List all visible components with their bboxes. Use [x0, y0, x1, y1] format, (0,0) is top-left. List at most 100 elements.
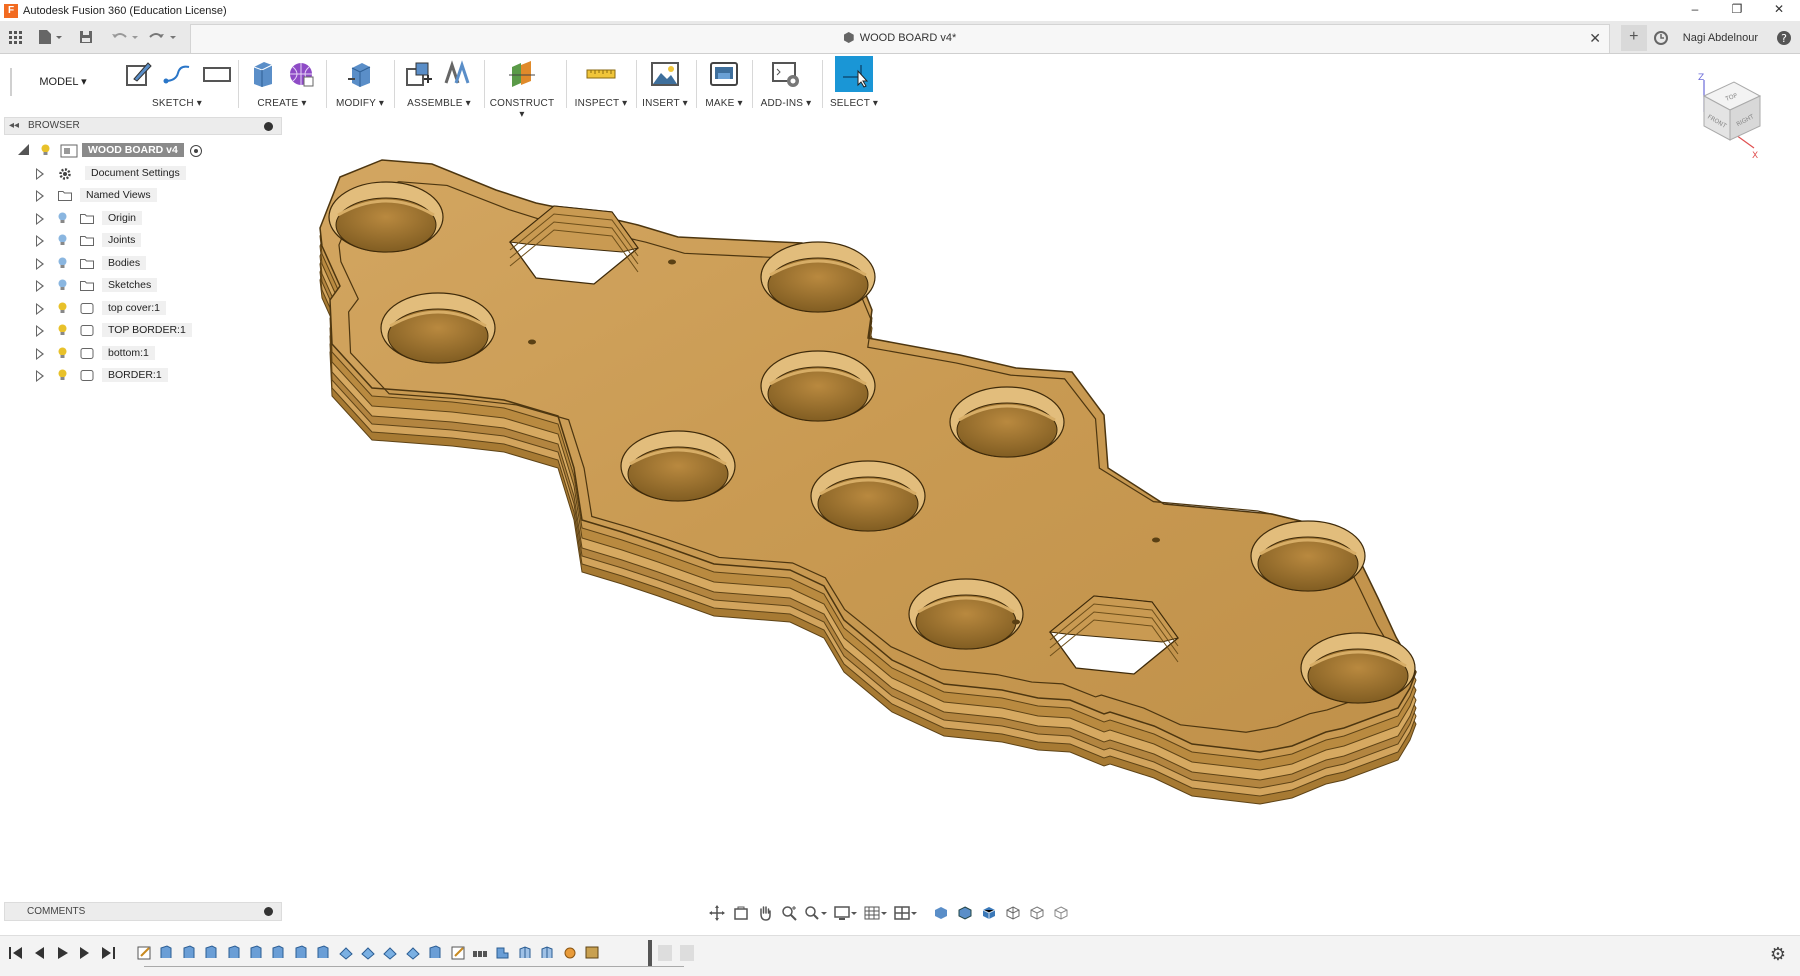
browser-node[interactable]: Joints	[0, 231, 290, 251]
extrude-icon[interactable]	[248, 59, 278, 89]
skip-end-icon[interactable]	[100, 945, 116, 961]
orbit-icon[interactable]	[706, 903, 728, 923]
timeline-feature-icon[interactable]	[203, 944, 219, 962]
new-tab-button[interactable]: +	[1620, 24, 1647, 51]
zoom-icon[interactable]	[778, 903, 800, 923]
visibility-bulb-icon[interactable]	[58, 347, 67, 359]
select-menu[interactable]: SELECT ▾	[824, 98, 884, 109]
timeline-marker[interactable]	[648, 940, 652, 966]
close-window-button[interactable]: ✕	[1758, 0, 1800, 21]
step-back-icon[interactable]	[31, 945, 47, 961]
timeline-settings-gear-icon[interactable]: ⚙	[1770, 944, 1786, 965]
offset-plane-icon[interactable]	[507, 59, 537, 89]
form-icon[interactable]	[286, 59, 316, 89]
browser-node[interactable]: bottom:1	[0, 344, 290, 364]
visible-edges-icon[interactable]	[1050, 903, 1072, 923]
redo-icon[interactable]	[148, 28, 178, 46]
display-settings-icon[interactable]	[832, 903, 860, 923]
shaded-edges-icon[interactable]	[954, 903, 976, 923]
timeline-feature-icon[interactable]	[517, 944, 533, 962]
file-menu-icon[interactable]	[36, 28, 64, 46]
pan-hand-icon[interactable]	[754, 903, 776, 923]
data-panel-grid-icon[interactable]	[8, 28, 24, 46]
create-sketch-icon[interactable]	[124, 59, 154, 89]
viewcube[interactable]: TOP FRONT RIGHT Z X	[1690, 68, 1772, 160]
timeline-feature-icon[interactable]	[158, 944, 174, 962]
timeline-feature-icon[interactable]	[472, 944, 488, 962]
press-pull-icon[interactable]	[345, 59, 375, 89]
expand-arrow-icon[interactable]	[36, 370, 44, 382]
addins-menu[interactable]: ADD-INS ▾	[754, 98, 818, 109]
workspace-mode-button[interactable]: MODEL ▾	[10, 68, 114, 96]
expand-arrow-icon[interactable]	[36, 280, 44, 292]
make-menu[interactable]: MAKE ▾	[698, 98, 750, 109]
suppressed-features[interactable]	[658, 945, 696, 961]
create-menu[interactable]: CREATE ▾	[240, 98, 324, 109]
undo-icon[interactable]	[110, 28, 140, 46]
timeline-feature-icon[interactable]	[382, 944, 398, 962]
collapse-browser-icon[interactable]: ◂◂	[9, 118, 19, 134]
insert-menu[interactable]: INSERT ▾	[638, 98, 692, 109]
timeline-feature-icon[interactable]	[494, 944, 510, 962]
expand-arrow-icon[interactable]	[36, 235, 44, 247]
timeline-feature-icon[interactable]	[181, 944, 197, 962]
browser-node[interactable]: Bodies	[0, 254, 290, 274]
help-icon[interactable]: ?	[1776, 30, 1792, 46]
restore-button[interactable]: ❐	[1716, 0, 1758, 21]
timeline-feature-icon[interactable]	[584, 944, 600, 962]
fit-zoom-window-icon[interactable]	[802, 903, 830, 923]
rectangle-icon[interactable]	[202, 59, 232, 89]
3d-viewport[interactable]	[292, 140, 1632, 900]
visibility-bulb-icon[interactable]	[58, 257, 67, 269]
shaded-view-icon[interactable]	[930, 903, 952, 923]
3d-print-icon[interactable]	[709, 59, 739, 89]
viewports-icon[interactable]	[892, 903, 920, 923]
visibility-bulb-icon[interactable]	[58, 369, 67, 381]
document-tab[interactable]: WOOD BOARD v4* ✕	[190, 24, 1610, 53]
browser-node[interactable]: Sketches	[0, 276, 290, 296]
timeline-feature-icon[interactable]	[562, 944, 578, 962]
timeline-feature-icon[interactable]	[136, 944, 152, 962]
visibility-bulb-icon[interactable]	[58, 302, 67, 314]
grid-settings-icon[interactable]	[862, 903, 890, 923]
expand-arrow-icon[interactable]	[36, 212, 44, 225]
browser-node[interactable]: TOP BORDER:1	[0, 321, 290, 341]
timeline-feature-icon[interactable]	[226, 944, 242, 962]
expand-arrow-icon[interactable]	[36, 257, 44, 270]
measure-icon[interactable]	[586, 59, 616, 89]
assemble-menu[interactable]: ASSEMBLE ▾	[396, 98, 482, 109]
minimize-button[interactable]: –	[1674, 0, 1716, 21]
visibility-bulb-icon[interactable]	[58, 279, 67, 291]
user-name[interactable]: Nagi Abdelnour	[1683, 32, 1758, 44]
timeline-feature-icon[interactable]	[293, 944, 309, 962]
close-tab-button[interactable]: ✕	[1589, 30, 1601, 47]
timeline-feature-icon[interactable]	[315, 944, 331, 962]
insert-image-icon[interactable]	[650, 59, 680, 89]
line-icon[interactable]	[162, 59, 192, 89]
visibility-bulb-icon[interactable]	[41, 144, 50, 156]
timeline-feature-icon[interactable]	[338, 944, 354, 962]
pin-icon[interactable]	[264, 122, 273, 131]
job-status-icon[interactable]	[1653, 30, 1669, 46]
activate-component-icon[interactable]	[190, 145, 202, 157]
add-comment-icon[interactable]	[264, 907, 273, 916]
step-forward-icon[interactable]	[77, 945, 93, 961]
save-icon[interactable]	[78, 28, 94, 46]
root-collapse-arrow[interactable]	[18, 144, 29, 155]
browser-node[interactable]: Named Views	[0, 186, 290, 206]
joint-icon[interactable]	[442, 59, 472, 89]
visibility-bulb-icon[interactable]	[58, 212, 67, 224]
construct-menu[interactable]: CONSTRUCT ▾	[486, 98, 558, 120]
expand-arrow-icon[interactable]	[36, 167, 44, 180]
timeline-feature-icon[interactable]	[450, 944, 466, 962]
look-at-icon[interactable]	[730, 903, 752, 923]
timeline-feature-icon[interactable]	[360, 944, 376, 962]
timeline-feature-icon[interactable]	[539, 944, 555, 962]
visibility-bulb-icon[interactable]	[58, 324, 67, 336]
browser-node[interactable]: Origin	[0, 209, 290, 229]
timeline-feature-icon[interactable]	[427, 944, 443, 962]
skip-start-icon[interactable]	[8, 945, 24, 961]
wireframe-icon[interactable]	[1002, 903, 1024, 923]
browser-root-node[interactable]: WOOD BOARD v4	[0, 141, 290, 161]
modify-menu[interactable]: MODIFY ▾	[328, 98, 392, 109]
